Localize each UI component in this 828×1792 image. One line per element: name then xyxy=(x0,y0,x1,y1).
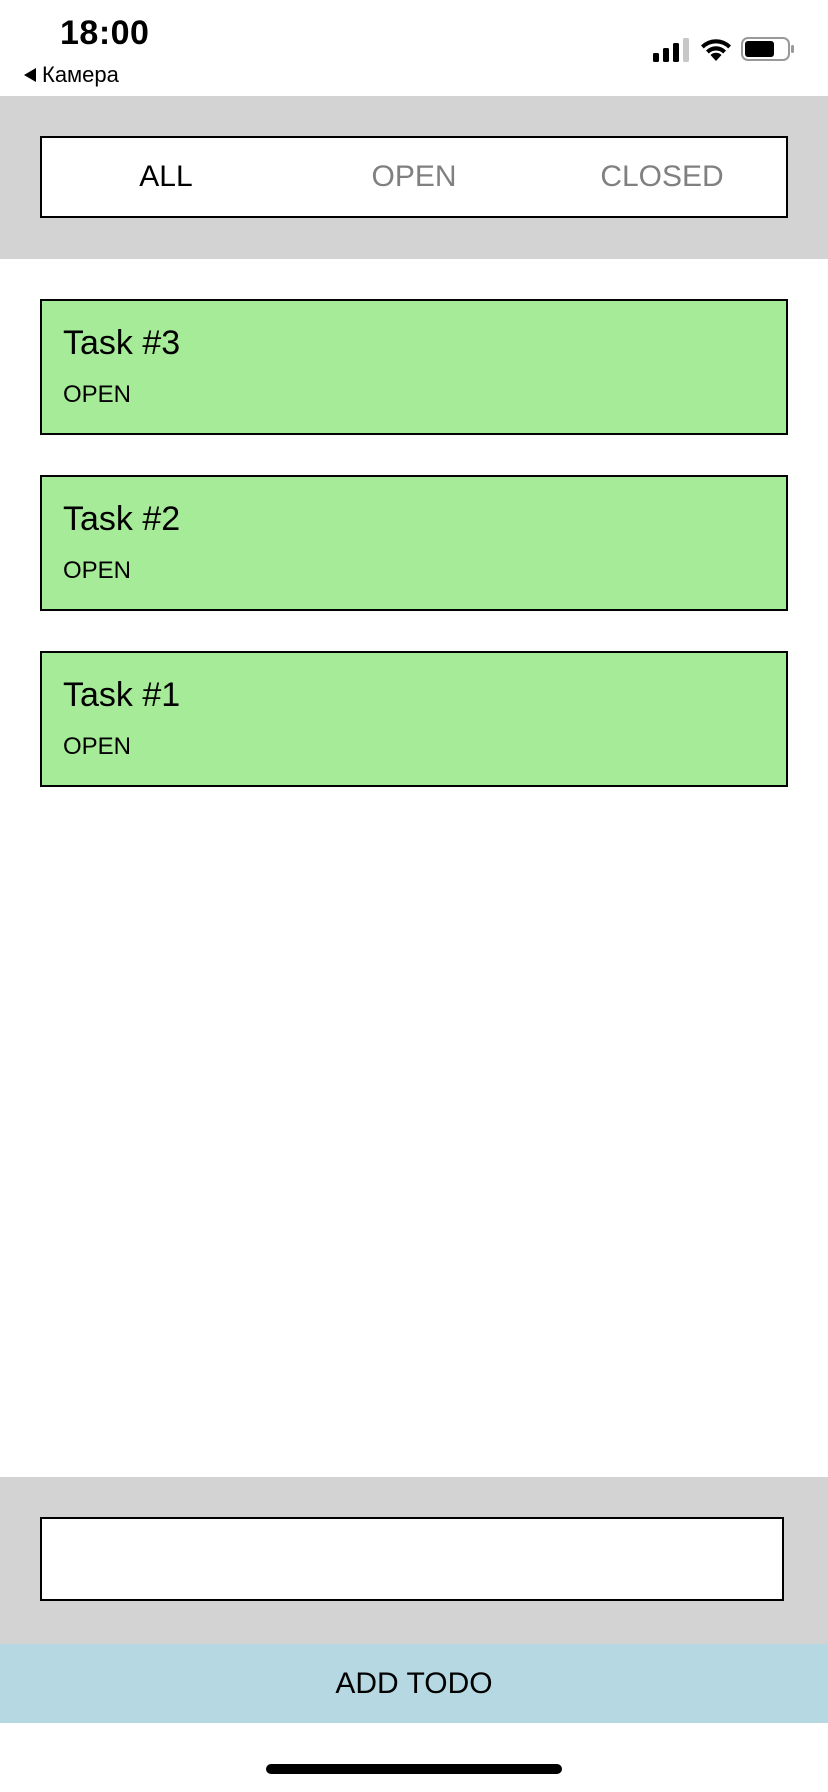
home-indicator[interactable] xyxy=(266,1764,562,1774)
status-time: 18:00 xyxy=(60,14,150,52)
task-status: OPEN xyxy=(63,733,132,760)
new-todo-panel xyxy=(0,1477,828,1644)
new-todo-input[interactable] xyxy=(40,1517,784,1601)
task-item[interactable]: Task #1 OPEN xyxy=(40,651,788,787)
task-status: OPEN xyxy=(63,381,132,408)
tab-all[interactable]: ALL xyxy=(42,138,290,216)
add-todo-button[interactable]: ADD TODO xyxy=(0,1644,828,1723)
task-status: OPEN xyxy=(63,557,132,584)
tab-closed[interactable]: CLOSED xyxy=(538,138,786,216)
task-title: Task #1 xyxy=(63,676,181,714)
back-arrow-icon xyxy=(24,68,36,82)
tab-open[interactable]: OPEN xyxy=(290,138,538,216)
status-bar: 18:00 Камера xyxy=(0,0,828,96)
back-link-label: Камера xyxy=(42,62,119,87)
task-item[interactable]: Task #3 OPEN xyxy=(40,299,788,435)
app-screen: 18:00 Камера ALL OPEN CLOSED Task #3 OPE… xyxy=(0,0,828,1792)
filter-segmented-control: ALL OPEN CLOSED xyxy=(40,136,788,218)
task-title: Task #2 xyxy=(63,500,181,538)
filter-panel: ALL OPEN CLOSED xyxy=(0,96,828,259)
wifi-icon xyxy=(701,39,731,61)
task-title: Task #3 xyxy=(63,324,181,362)
task-list: Task #3 OPEN Task #2 OPEN Task #1 OPEN xyxy=(40,299,788,827)
cellular-signal-icon xyxy=(653,38,689,62)
task-item[interactable]: Task #2 OPEN xyxy=(40,475,788,611)
back-to-app-link[interactable]: Камера xyxy=(24,62,119,88)
battery-icon xyxy=(741,37,794,61)
